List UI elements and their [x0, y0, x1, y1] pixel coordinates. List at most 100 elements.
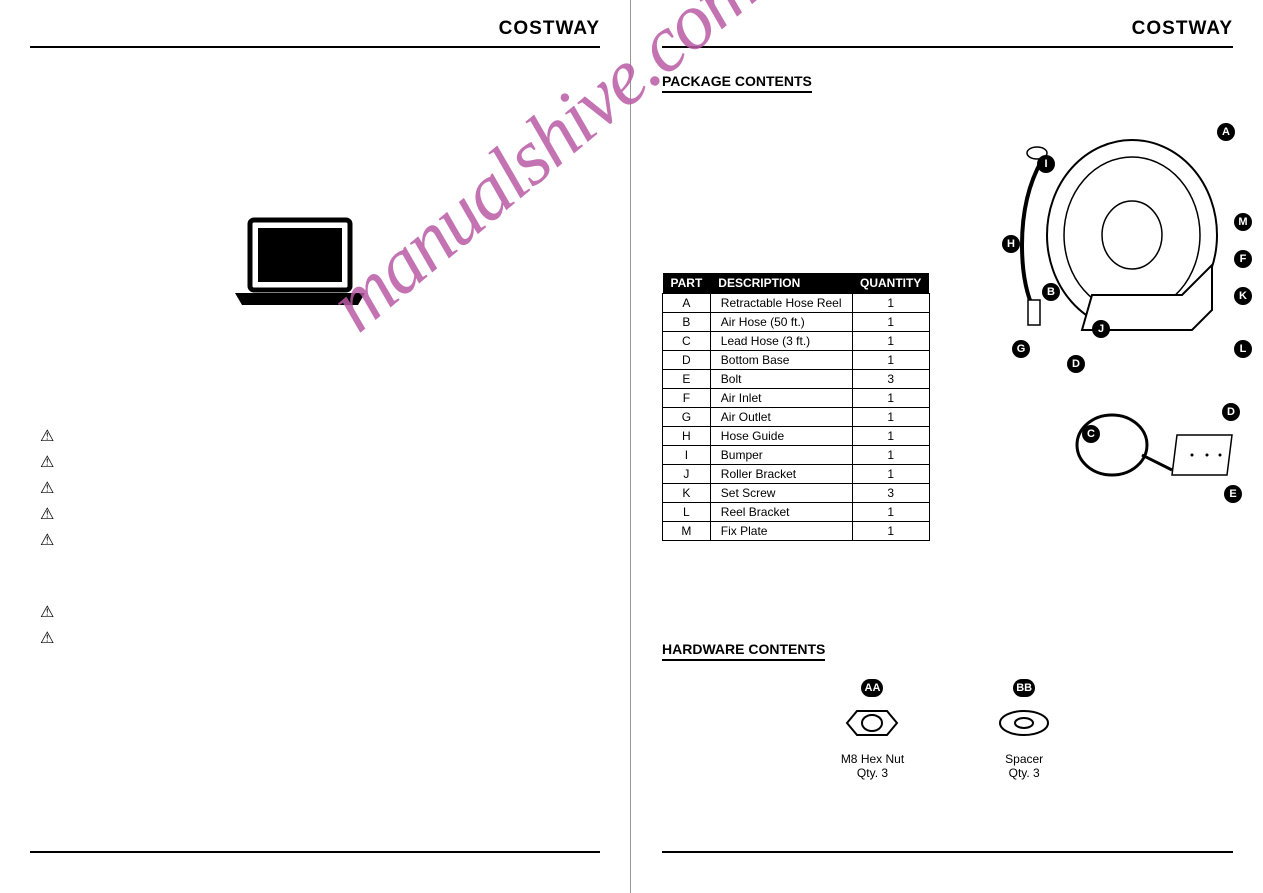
table-cell: Air Hose (50 ft.): [710, 313, 852, 332]
callout-c: C: [1082, 425, 1100, 443]
col-description: DESCRIPTION: [710, 273, 852, 294]
table-cell: H: [663, 427, 711, 446]
table-cell: A: [663, 294, 711, 313]
table-row: HHose Guide1: [663, 427, 930, 446]
hardware-row: AA M8 Hex Nut Qty. 3 BB Spacer Qty. 3: [662, 679, 1233, 780]
table-cell: Air Inlet: [710, 389, 852, 408]
callout-l: L: [1234, 340, 1252, 358]
callout-g: G: [1012, 340, 1030, 358]
callout-b: B: [1042, 283, 1060, 301]
table-cell: B: [663, 313, 711, 332]
parts-table: PART DESCRIPTION QUANTITY ARetractable H…: [662, 273, 930, 541]
exploded-diagram: A I M H F B K J G L D C D E: [962, 105, 1252, 595]
hardware-item-aa: AA M8 Hex Nut Qty. 3: [841, 679, 904, 780]
table-cell: Set Screw: [710, 484, 852, 503]
table-row: KSet Screw3: [663, 484, 930, 503]
hardware-qty-bb: Qty. 3: [994, 766, 1054, 780]
callout-h: H: [1002, 235, 1020, 253]
table-row: FAir Inlet1: [663, 389, 930, 408]
callout-j: J: [1092, 320, 1110, 338]
table-cell: C: [663, 332, 711, 351]
table-cell: 1: [852, 351, 929, 370]
hardware-code-aa: AA: [861, 679, 883, 697]
warning-icon: ⚠: [40, 628, 54, 648]
col-quantity: QUANTITY: [852, 273, 929, 294]
brand-logo-right: COSTWAY: [662, 18, 1233, 40]
table-cell: 1: [852, 427, 929, 446]
spacer-icon: [994, 703, 1054, 743]
table-cell: 1: [852, 408, 929, 427]
table-cell: J: [663, 465, 711, 484]
table-cell: Lead Hose (3 ft.): [710, 332, 852, 351]
table-row: CLead Hose (3 ft.)1: [663, 332, 930, 351]
table-cell: 1: [852, 465, 929, 484]
table-row: ARetractable Hose Reel1: [663, 294, 930, 313]
warning-icon: ⚠: [40, 426, 54, 446]
hardware-name-bb: Spacer: [994, 752, 1054, 766]
warning-icon: ⚠: [40, 504, 54, 524]
table-cell: Roller Bracket: [710, 465, 852, 484]
table-cell: F: [663, 389, 711, 408]
lead-hose-illustration: [1072, 400, 1242, 510]
warning-column: ⚠ ⚠ ⚠ ⚠ ⚠ ⚠ ⚠: [40, 420, 54, 654]
table-cell: E: [663, 370, 711, 389]
table-cell: 1: [852, 503, 929, 522]
hex-nut-icon: [842, 703, 902, 743]
table-cell: 1: [852, 522, 929, 541]
hardware-name-aa: M8 Hex Nut: [841, 752, 904, 766]
callout-e: E: [1224, 485, 1242, 503]
right-page: COSTWAY PACKAGE CONTENTS PART DESCRIPTIO…: [632, 0, 1263, 893]
table-cell: 3: [852, 370, 929, 389]
table-cell: D: [663, 351, 711, 370]
hardware-code-bb: BB: [1013, 679, 1035, 697]
table-row: BAir Hose (50 ft.)1: [663, 313, 930, 332]
table-row: IBumper1: [663, 446, 930, 465]
laptop-icon: [230, 215, 370, 310]
top-rule-right: [662, 46, 1233, 48]
hardware-item-bb: BB Spacer Qty. 3: [994, 679, 1054, 780]
table-cell: Bottom Base: [710, 351, 852, 370]
table-cell: 1: [852, 332, 929, 351]
left-page: COSTWAY ⚠ ⚠ ⚠ ⚠ ⚠ ⚠ ⚠: [0, 0, 631, 893]
table-cell: 1: [852, 389, 929, 408]
col-part: PART: [663, 273, 711, 294]
table-cell: 3: [852, 484, 929, 503]
table-cell: Bolt: [710, 370, 852, 389]
table-cell: 1: [852, 294, 929, 313]
package-contents-heading: PACKAGE CONTENTS: [662, 73, 812, 93]
table-cell: Bumper: [710, 446, 852, 465]
warning-icon: ⚠: [40, 602, 54, 622]
table-row: JRoller Bracket1: [663, 465, 930, 484]
table-cell: G: [663, 408, 711, 427]
hardware-contents-heading: HARDWARE CONTENTS: [662, 641, 825, 661]
table-row: MFix Plate1: [663, 522, 930, 541]
warning-icon: ⚠: [40, 530, 54, 550]
callout-m: M: [1234, 213, 1252, 231]
table-cell: Fix Plate: [710, 522, 852, 541]
callout-a: A: [1217, 123, 1235, 141]
table-row: LReel Bracket1: [663, 503, 930, 522]
table-cell: L: [663, 503, 711, 522]
table-cell: I: [663, 446, 711, 465]
table-row: EBolt3: [663, 370, 930, 389]
table-cell: Air Outlet: [710, 408, 852, 427]
callout-f: F: [1234, 250, 1252, 268]
table-cell: Hose Guide: [710, 427, 852, 446]
table-cell: M: [663, 522, 711, 541]
bottom-rule-right: [662, 851, 1233, 853]
table-row: GAir Outlet1: [663, 408, 930, 427]
callout-i: I: [1037, 155, 1055, 173]
hardware-qty-aa: Qty. 3: [841, 766, 904, 780]
table-row: DBottom Base1: [663, 351, 930, 370]
table-cell: 1: [852, 446, 929, 465]
top-rule-left: [30, 46, 600, 48]
warning-icon: ⚠: [40, 452, 54, 472]
table-cell: Reel Bracket: [710, 503, 852, 522]
table-cell: K: [663, 484, 711, 503]
table-cell: 1: [852, 313, 929, 332]
bottom-rule-left: [30, 851, 600, 853]
warning-icon: ⚠: [40, 478, 54, 498]
callout-k: K: [1234, 287, 1252, 305]
table-cell: Retractable Hose Reel: [710, 294, 852, 313]
brand-logo-left: COSTWAY: [30, 18, 600, 40]
